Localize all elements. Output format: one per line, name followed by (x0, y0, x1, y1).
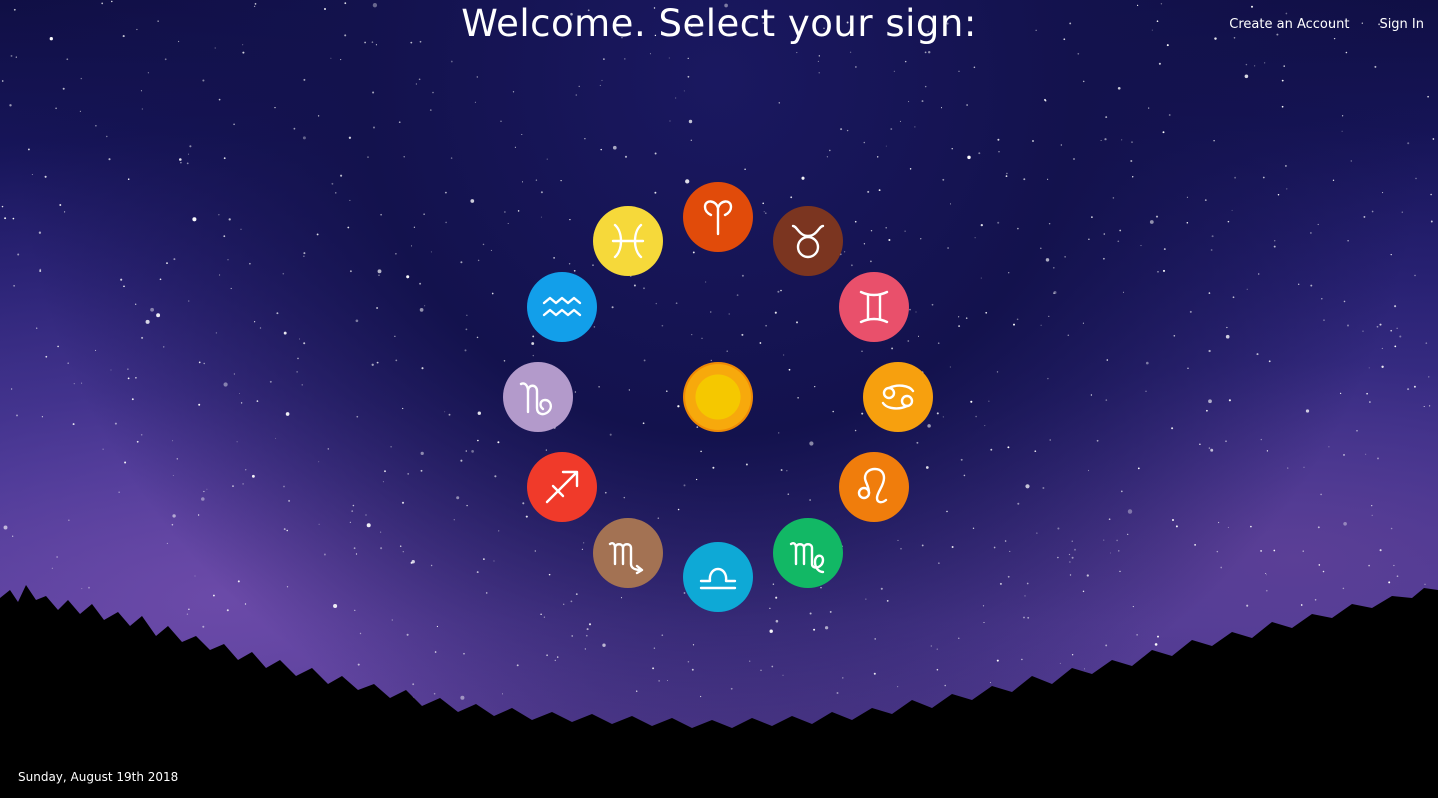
libra-icon (699, 567, 737, 590)
pisces-icon (611, 223, 645, 259)
current-date: Sunday, August 19th 2018 (18, 770, 179, 784)
gemini-button[interactable] (839, 272, 909, 342)
taurus-icon (791, 224, 825, 259)
pisces-button[interactable] (593, 206, 663, 276)
libra-button[interactable] (683, 542, 753, 612)
virgo-button[interactable] (773, 518, 843, 588)
sagittarius-button[interactable] (527, 452, 597, 522)
create-account-link[interactable]: Create an Account (1229, 17, 1349, 32)
scorpio-button[interactable] (593, 518, 663, 588)
page-title: Welcome. Select your sign: (461, 2, 977, 45)
sagittarius-icon (545, 470, 579, 504)
cancer-button[interactable] (863, 362, 933, 432)
taurus-button[interactable] (773, 206, 843, 276)
treeline-silhouette (0, 585, 1438, 798)
aries-icon (703, 200, 733, 236)
leo-icon (857, 467, 888, 504)
sign-in-link[interactable]: Sign In (1379, 17, 1424, 32)
cancer-icon (881, 384, 915, 410)
aquarius-button[interactable] (527, 272, 597, 342)
capricorn-icon (519, 382, 553, 416)
capricorn-button[interactable] (503, 362, 573, 432)
scorpio-icon (608, 542, 644, 575)
virgo-icon (789, 542, 825, 574)
aquarius-icon (542, 296, 582, 317)
top-nav: Create an Account Sign In (1229, 17, 1424, 32)
aries-button[interactable] (683, 182, 753, 252)
gemini-icon (859, 290, 889, 324)
leo-button[interactable] (839, 452, 909, 522)
